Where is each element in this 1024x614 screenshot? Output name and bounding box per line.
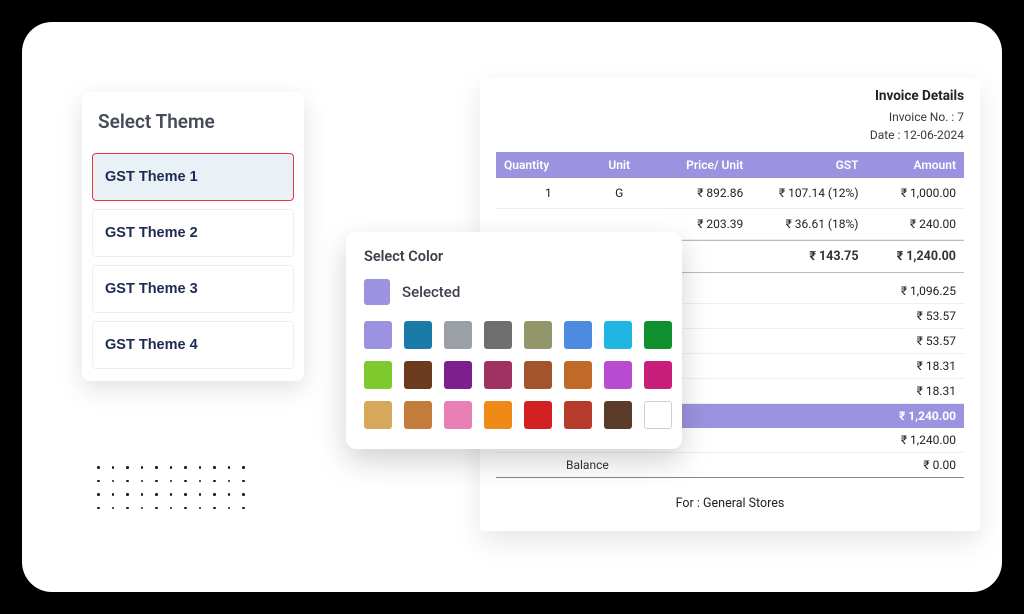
color-swatch[interactable] [364,401,392,429]
invoice-no-value: 7 [957,110,964,124]
color-swatch[interactable] [444,361,472,389]
color-swatch[interactable] [404,361,432,389]
color-swatch[interactable] [524,361,552,389]
selected-color-row: Selected [364,279,664,305]
summary-value: ₹ 53.57 [917,309,956,323]
cell-amount: ₹ 240.00 [859,217,956,231]
grand-total-value: ₹ 1,240.00 [899,409,956,423]
cell-amount: ₹ 1,000.00 [859,186,956,200]
cell-unit [593,217,646,231]
color-swatch[interactable] [404,401,432,429]
cell-unit: G [593,186,646,200]
invoice-date-line: Date : 12-06-2024 [496,128,964,142]
invoice-date-value: 12-06-2024 [903,128,964,142]
for-label: For : [676,496,700,511]
cell-qty [504,217,593,231]
app-stage: Select Theme GST Theme 1GST Theme 2GST T… [22,22,1002,592]
color-swatch[interactable] [364,361,392,389]
color-swatch[interactable] [644,361,672,389]
invoice-title: Invoice Details [496,88,964,104]
col-quantity: Quantity [504,158,593,172]
theme-panel: Select Theme GST Theme 1GST Theme 2GST T… [82,92,304,381]
invoice-no-line: Invoice No. : 7 [496,110,964,124]
theme-list: GST Theme 1 GST Theme 2 GST Theme 3 GST The… [92,153,294,369]
color-swatch[interactable] [604,361,632,389]
invoice-no-label: Invoice No. : [889,110,954,124]
received-value: ₹ 1,240.00 [901,433,956,447]
theme-item-2[interactable]: GST Theme 2 [92,209,294,257]
col-price: Price/ Unit [646,158,743,172]
col-gst: GST [743,158,858,172]
theme-item-4[interactable]: GST Theme 4 [92,321,294,369]
color-swatch[interactable] [644,321,672,349]
total-gst: ₹ 143.75 [743,249,858,264]
cell-qty: 1 [504,186,593,200]
color-swatch[interactable] [604,401,632,429]
color-swatch[interactable] [564,401,592,429]
invoice-row: 1G₹ 892.86₹ 107.14 (12%)₹ 1,000.00 [496,178,964,209]
color-swatch[interactable] [364,321,392,349]
summary-value: ₹ 18.31 [917,384,956,398]
color-swatch[interactable] [484,321,512,349]
swatch-grid [364,321,664,429]
invoice-for-line: For : General Stores [496,478,964,511]
theme-item-3[interactable]: GST Theme 3 [92,265,294,313]
theme-item-1[interactable]: GST Theme 1 [92,153,294,201]
color-swatch[interactable] [564,361,592,389]
col-amount: Amount [859,158,956,172]
cell-price: ₹ 203.39 [646,217,743,231]
color-swatch[interactable] [644,401,672,429]
balance-label: Balance [566,458,609,472]
balance-value: ₹ 0.00 [923,458,956,472]
decorative-dots [97,466,242,509]
for-value: General Stores [703,496,784,511]
cell-gst: ₹ 107.14 (12%) [743,186,858,200]
invoice-table-head: Quantity Unit Price/ Unit GST Amount [496,152,964,178]
cell-price: ₹ 892.86 [646,186,743,200]
invoice-header: Invoice Details Invoice No. : 7 Date : 1… [496,88,964,142]
cell-gst: ₹ 36.61 (18%) [743,217,858,231]
color-swatch[interactable] [604,321,632,349]
color-picker-panel: Select Color Selected [346,232,682,449]
selected-label: Selected [402,283,460,301]
col-unit: Unit [593,158,646,172]
color-swatch[interactable] [524,321,552,349]
color-swatch[interactable] [484,401,512,429]
summary-value: ₹ 1,096.25 [901,284,956,298]
color-swatch[interactable] [524,401,552,429]
theme-panel-title: Select Theme [92,106,294,145]
color-swatch[interactable] [444,401,472,429]
selected-swatch [364,279,390,305]
summary-value: ₹ 53.57 [917,334,956,348]
summary-value: ₹ 18.31 [917,359,956,373]
summary-balance: Balance ₹ 0.00 [496,453,964,478]
color-swatch[interactable] [404,321,432,349]
total-amount: ₹ 1,240.00 [859,249,956,264]
color-swatch[interactable] [484,361,512,389]
color-swatch[interactable] [444,321,472,349]
invoice-date-label: Date : [870,128,901,142]
color-swatch[interactable] [564,321,592,349]
color-picker-title: Select Color [364,248,664,265]
